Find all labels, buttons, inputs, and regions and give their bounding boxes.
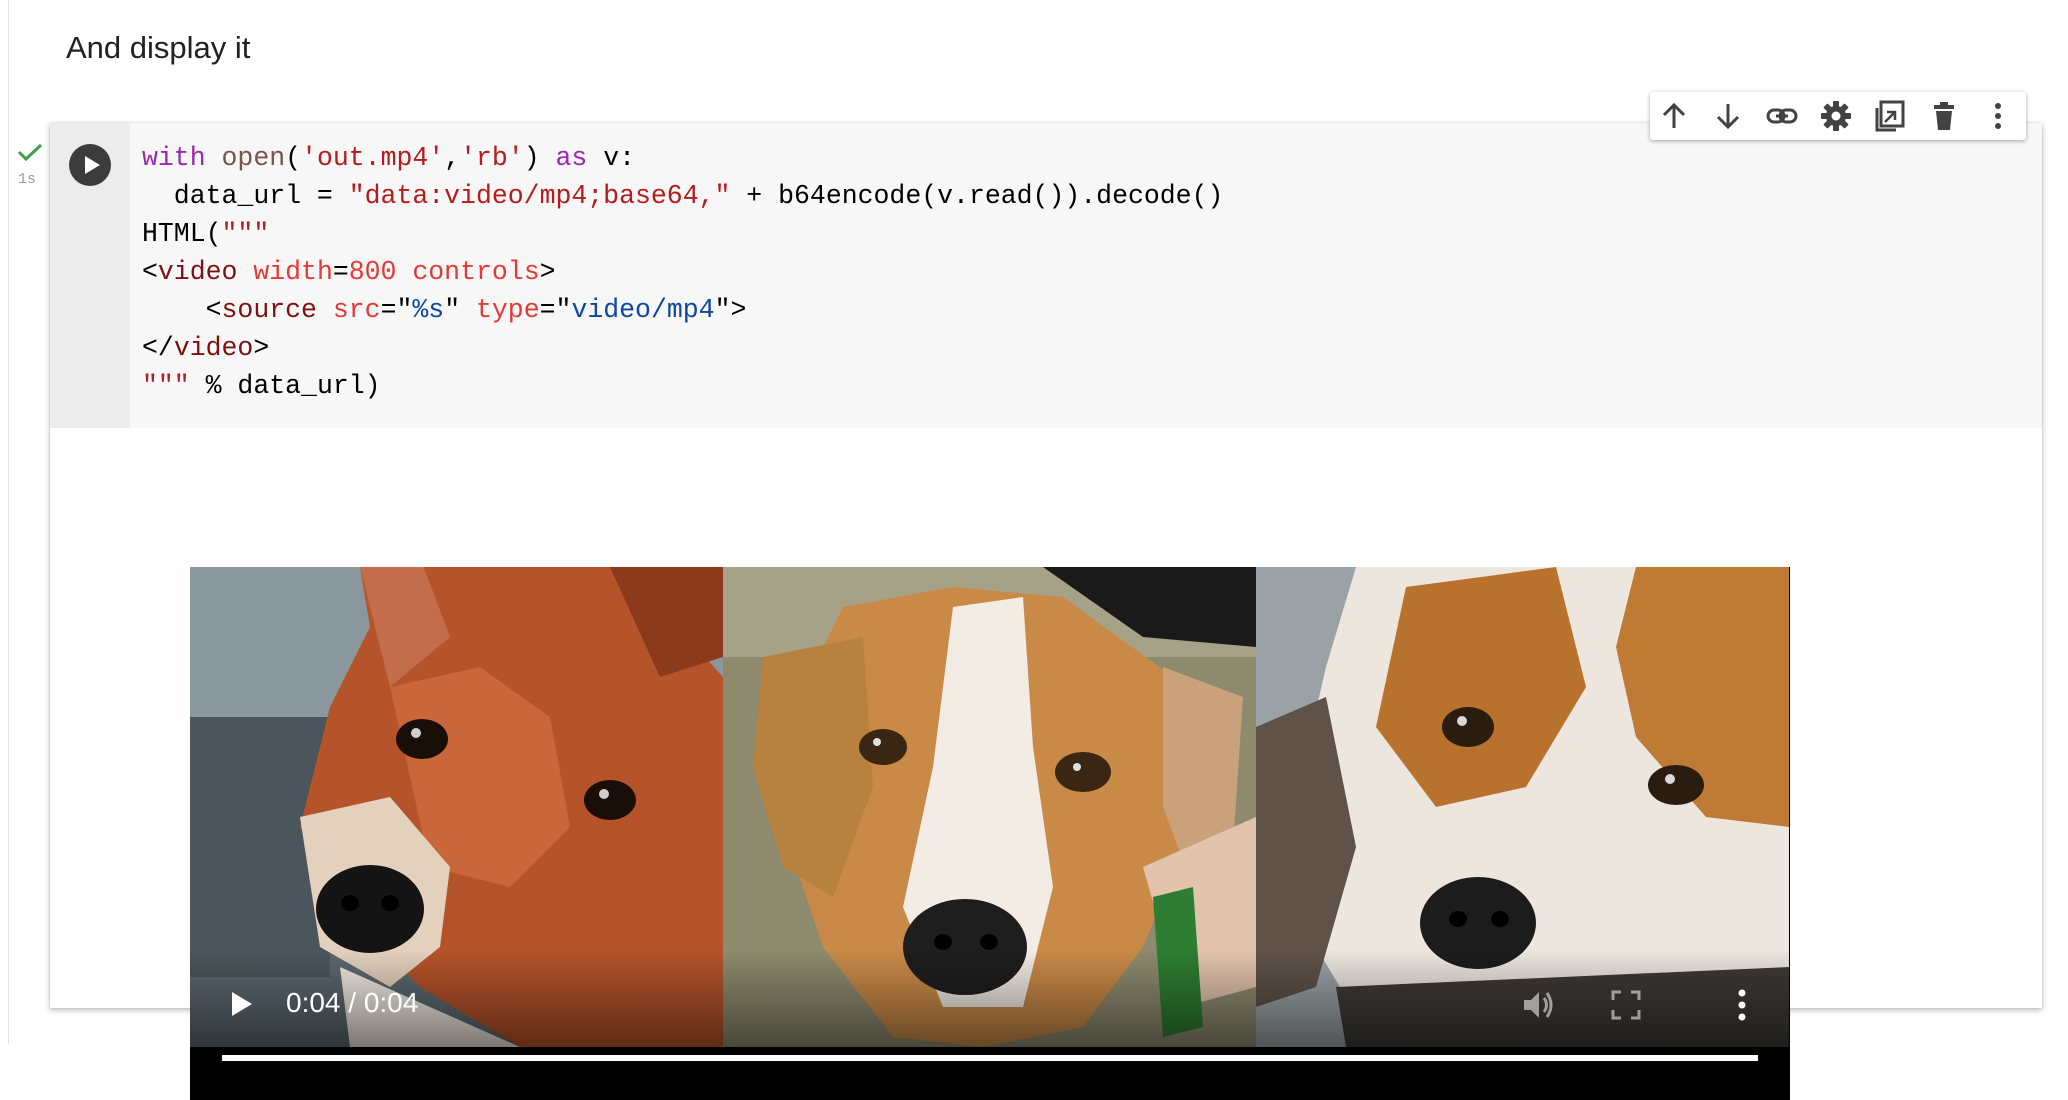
markdown-text: And display it (66, 30, 251, 65)
code-line: with open('out.mp4','rb') as v: (142, 139, 1223, 177)
code-token: < (142, 295, 222, 325)
code-token: with (142, 143, 206, 173)
code-line: <source src="%s" type="video/mp4"> (142, 291, 1223, 329)
code-token: + b64encode(v.read()).decode() (730, 181, 1224, 211)
code-token: type (476, 295, 540, 325)
video-seek-progress (222, 1055, 1758, 1061)
code-editor[interactable]: with open('out.mp4','rb') as v: data_url… (142, 139, 1223, 405)
code-token: video (157, 257, 238, 287)
more-vert-icon (1738, 989, 1746, 1021)
code-token: HTML( (142, 219, 222, 249)
video-time-display: 0:04 / 0:04 (286, 987, 419, 1018)
code-token: 'rb' (460, 143, 524, 173)
link-to-cell-button[interactable] (1758, 92, 1806, 140)
code-token: controls (412, 257, 540, 287)
video-controls-shade (190, 950, 1790, 1100)
code-token: =" (380, 295, 413, 325)
code-line: HTML(""" (142, 215, 1223, 253)
arrow-down-icon (1716, 104, 1740, 130)
play-icon (85, 156, 100, 174)
move-cell-up-button[interactable] (1650, 92, 1698, 140)
code-line: <video width=800 controls> (142, 253, 1223, 291)
code-token: > (253, 333, 270, 363)
move-cell-down-button[interactable] (1704, 92, 1752, 140)
code-cell-editor[interactable]: with open('out.mp4','rb') as v: data_url… (50, 123, 2042, 428)
fullscreen-icon (1611, 990, 1641, 1020)
code-token: """ (221, 219, 270, 249)
check-icon (17, 143, 43, 162)
code-token: "> (714, 295, 747, 325)
code-token: 'out.mp4' (301, 143, 445, 173)
code-token: video/mp4 (571, 295, 715, 325)
code-token: as (555, 143, 588, 173)
code-token: = (332, 257, 349, 287)
code-token: video (173, 333, 254, 363)
video-more-options-button[interactable] (1736, 987, 1748, 1023)
code-line: data_url = "data:video/mp4;base64," + b6… (142, 177, 1224, 215)
code-token: """ (142, 371, 190, 401)
code-token: "data:video/mp4;base64," (348, 181, 731, 211)
code-token: open (221, 143, 286, 173)
video-player[interactable]: 0:04 / 0:04 (190, 567, 1790, 1100)
run-cell-button[interactable] (69, 144, 111, 186)
video-seek-bar[interactable] (222, 1055, 1758, 1061)
more-cell-actions-button[interactable] (1974, 92, 2022, 140)
code-token: ( (285, 143, 302, 173)
gear-icon (1821, 101, 1851, 131)
code-token: width (253, 257, 333, 287)
code-cell[interactable]: with open('out.mp4','rb') as v: data_url… (50, 123, 2042, 1100)
code-token: " (444, 295, 476, 325)
cell-toolbar (1650, 92, 2026, 140)
delete-cell-button[interactable] (1920, 92, 1968, 140)
code-token: %s (412, 295, 445, 325)
code-token: 800 (348, 257, 397, 287)
code-token: < (142, 257, 158, 287)
delete-icon (1934, 102, 1954, 130)
volume-button[interactable] (1520, 987, 1556, 1023)
code-token: v: (587, 143, 636, 173)
code-line: """ % data_url) (142, 367, 1223, 405)
video-play-button[interactable] (224, 987, 258, 1021)
play-icon (232, 992, 252, 1016)
code-token: , (444, 143, 461, 173)
code-token: </ (142, 333, 174, 363)
code-token: > (539, 257, 556, 287)
code-line: </video> (142, 329, 1223, 367)
code-token: source (221, 295, 317, 325)
cell-settings-button[interactable] (1812, 92, 1860, 140)
left-margin-rule (8, 0, 9, 1044)
code-token: ) (523, 143, 556, 173)
code-token: data_url = (142, 181, 349, 211)
code-token: =" (539, 295, 572, 325)
fullscreen-button[interactable] (1610, 989, 1642, 1021)
mirror-cell-icon (1875, 100, 1905, 132)
more-vert-icon (1995, 103, 2001, 129)
cell-gutter (50, 123, 130, 428)
code-token: % data_url) (189, 371, 381, 401)
link-icon (1766, 108, 1798, 124)
mirror-cell-button[interactable] (1866, 92, 1914, 140)
volume-icon (1524, 992, 1553, 1018)
execution-time: 1s (18, 171, 37, 188)
code-token: src (332, 295, 381, 325)
arrow-up-icon (1662, 102, 1686, 128)
